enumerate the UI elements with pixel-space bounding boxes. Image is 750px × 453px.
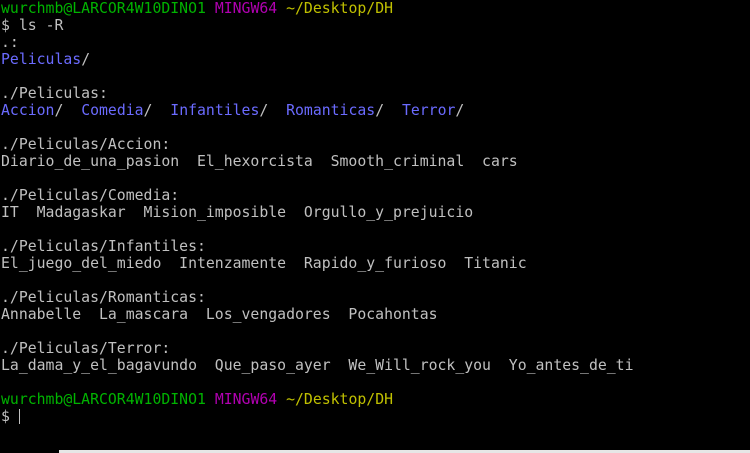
terror-header: ./Peliculas/Terror: bbox=[1, 340, 171, 357]
dir-entry: Infantiles bbox=[170, 102, 260, 119]
prompt-line-1: wurchmb@LARCOR4W10DINO1 MINGW64 ~/Deskto… bbox=[1, 0, 750, 17]
prompt-path: ~/Desktop/DH bbox=[286, 391, 394, 408]
romanticas-listing: Annabelle La_mascara Los_vengadores Poca… bbox=[1, 306, 438, 323]
peliculas-listing: Accion/ Comedia/ Infantiles/ Romanticas/… bbox=[1, 102, 465, 119]
dir-entry: Peliculas bbox=[1, 51, 82, 68]
accion-header: ./Peliculas/Accion: bbox=[1, 136, 171, 153]
prompt-path: ~/Desktop/DH bbox=[286, 0, 394, 17]
prompt-symbol: $ bbox=[1, 17, 10, 34]
input-line[interactable]: $ bbox=[1, 408, 750, 425]
command-text: ls -R bbox=[18, 17, 64, 34]
prompt-env: MINGW64 bbox=[214, 0, 278, 17]
root-header: .: bbox=[1, 34, 19, 51]
prompt-user-host: wurchmb@LARCOR4W10DINO1 bbox=[1, 391, 206, 408]
prompt-user-host: wurchmb@LARCOR4W10DINO1 bbox=[1, 0, 206, 17]
peliculas-header: ./Peliculas: bbox=[1, 85, 108, 102]
dir-entry: Accion bbox=[1, 102, 55, 119]
romanticas-header: ./Peliculas/Romanticas: bbox=[1, 289, 206, 306]
root-listing: Peliculas/ bbox=[1, 51, 91, 68]
comedia-listing: IT Madagaskar Mision_imposible Orgullo_y… bbox=[1, 204, 474, 221]
terminal-window[interactable]: wurchmb@LARCOR4W10DINO1 MINGW64 ~/Deskto… bbox=[0, 0, 750, 453]
dir-entry: Terror bbox=[401, 102, 456, 119]
dir-entry: Romanticas bbox=[286, 102, 376, 119]
terror-listing: La_dama_y_el_bagavundo Que_paso_ayer We_… bbox=[1, 357, 634, 374]
infantiles-listing: El_juego_del_miedo Intenzamente Rapido_y… bbox=[1, 255, 527, 272]
text-cursor bbox=[18, 409, 20, 424]
prompt-line-2: wurchmb@LARCOR4W10DINO1 MINGW64 ~/Deskto… bbox=[1, 391, 750, 408]
command-line: $ ls -R bbox=[1, 17, 750, 34]
dir-entry: Comedia bbox=[81, 102, 144, 119]
prompt-symbol: $ bbox=[1, 408, 10, 425]
comedia-header: ./Peliculas/Comedia: bbox=[1, 187, 180, 204]
infantiles-header: ./Peliculas/Infantiles: bbox=[1, 238, 206, 255]
accion-listing: Diario_de_una_pasion El_hexorcista Smoot… bbox=[1, 153, 518, 170]
prompt-env: MINGW64 bbox=[214, 391, 278, 408]
